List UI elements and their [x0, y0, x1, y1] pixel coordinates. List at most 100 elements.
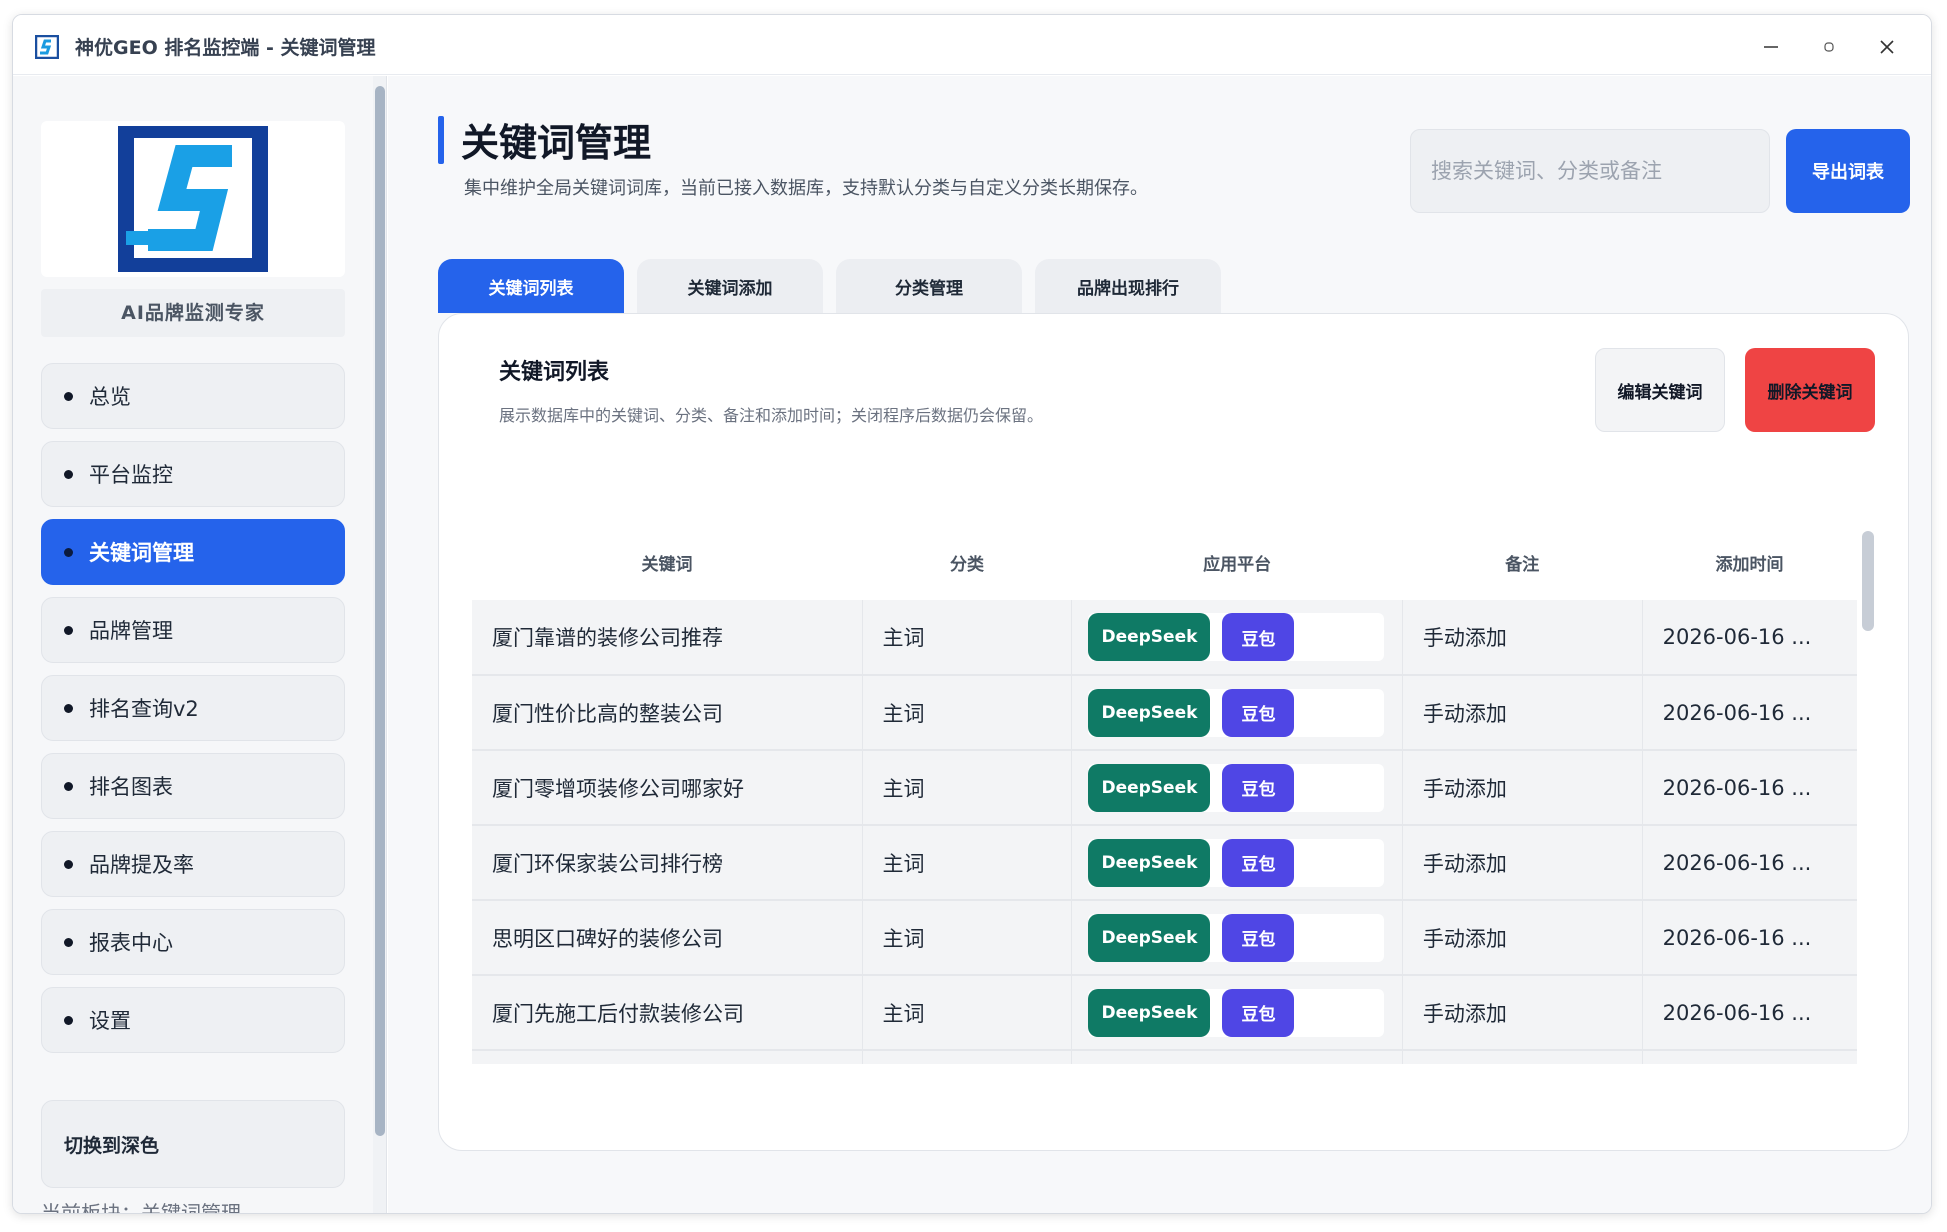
table-row[interactable]: 厦门先施工后付款装修公司 主词 DeepSeek 豆包 手动添加 2026-06-…	[472, 975, 1857, 1051]
column-header-note[interactable]: 备注	[1402, 524, 1643, 600]
platform-chip-deepseek: DeepSeek	[1088, 988, 1211, 1037]
cell-keyword: 厦门先施工后付款装修公司	[472, 975, 863, 1051]
sidebar-scrollbar-thumb[interactable]	[375, 86, 385, 1136]
bullet-icon	[64, 547, 73, 557]
cell-note: 手动添加	[1402, 675, 1643, 751]
keyword-table: 关键词 分类 应用平台 备注 添加时间 厦门靠谱的装修公司推荐 主词 DeepS…	[472, 524, 1857, 1064]
close-icon	[1880, 40, 1894, 54]
edit-keyword-button[interactable]: 编辑关键词	[1595, 348, 1725, 432]
platform-chip-doubao: 豆包	[1222, 613, 1295, 661]
current-module-status: 当前板块：关键词管理	[41, 1198, 345, 1213]
sidebar-item-rank-query[interactable]: 排名查询v2	[41, 675, 345, 741]
maximize-button[interactable]	[1809, 31, 1849, 63]
sidebar-item-brands[interactable]: 品牌管理	[41, 597, 345, 663]
sidebar-item-label: 排名查询v2	[89, 697, 199, 721]
platform-chips: DeepSeek豆包	[1088, 838, 1385, 887]
sidebar-item-platform-monitor[interactable]: 平台监控	[41, 441, 345, 507]
table-row[interactable]: 厦门靠谱的装修公司推荐 主词 DeepSeek 豆包 手动添加 2026-06-1…	[472, 600, 1857, 676]
sidebar-item-label: 报表中心	[89, 931, 173, 955]
table-row[interactable]: 思明区口碑好的装修公司 主词 DeepSeek 豆包 手动添加 2026-06-1…	[472, 900, 1857, 976]
tab-category-manage[interactable]: 分类管理	[836, 259, 1022, 313]
close-button[interactable]	[1867, 31, 1907, 63]
cell-time: 2026-06-16 ...	[1642, 750, 1857, 826]
bullet-icon	[64, 937, 73, 947]
export-button[interactable]: 导出词表	[1786, 129, 1910, 213]
page-subtitle: 集中维护全局关键词词库，当前已接入数据库，支持默认分类与自定义分类长期保存。	[464, 178, 1148, 199]
tab-keyword-list[interactable]: 关键词列表	[438, 259, 624, 313]
platform-chip-deepseek: DeepSeek	[1088, 763, 1211, 812]
platform-chip-doubao: 豆包	[1222, 913, 1295, 962]
cell-keyword: 厦门靠谱的装修公司推荐	[472, 600, 863, 676]
cell-time	[1642, 1050, 1857, 1064]
tab-brand-ranking[interactable]: 品牌出现排行	[1035, 259, 1221, 313]
column-header-keyword[interactable]: 关键词	[472, 524, 863, 600]
cell-keyword: 思明区口碑好的装修公司	[472, 900, 863, 976]
cell-keyword: 厦门零增项装修公司哪家好	[472, 750, 863, 826]
bullet-icon	[64, 703, 73, 713]
bullet-icon	[64, 391, 73, 401]
cell-keyword: 厦门性价比高的整装公司	[472, 675, 863, 751]
cell-time: 2026-06-16 ...	[1642, 900, 1857, 976]
platform-chip-deepseek: DeepSeek	[1088, 613, 1211, 661]
platform-chip-doubao: 豆包	[1222, 763, 1295, 812]
cell-category: 主词	[862, 825, 1073, 901]
sidebar-item-mention-rate[interactable]: 品牌提及率	[41, 831, 345, 897]
sidebar-scrollbar[interactable]	[373, 76, 387, 1213]
keyword-list-panel: 关键词列表 展示数据库中的关键词、分类、备注和添加时间；关闭程序后数据仍会保留。…	[438, 313, 1909, 1151]
cell-note: 手动添加	[1402, 750, 1643, 826]
app-logo-icon	[35, 35, 59, 59]
search-input[interactable]	[1410, 129, 1770, 213]
cell-category: 主词	[862, 750, 1073, 826]
panel-title: 关键词列表	[499, 360, 610, 385]
sidebar-item-rank-chart[interactable]: 排名图表	[41, 753, 345, 819]
cell-keyword	[472, 1050, 863, 1064]
brand-logo-icon	[118, 126, 268, 272]
table-row[interactable]: DeepSeek 豆包	[472, 1050, 1857, 1064]
cell-note	[1402, 1050, 1643, 1064]
cell-time: 2026-06-16 ...	[1642, 675, 1857, 751]
cell-category	[862, 1050, 1073, 1064]
table-scrollbar-thumb[interactable]	[1862, 531, 1874, 631]
cell-note: 手动添加	[1402, 975, 1643, 1051]
theme-toggle-button[interactable]: 切换到深色	[41, 1100, 345, 1188]
sidebar-item-label: 关键词管理	[89, 541, 194, 565]
table-row[interactable]: 厦门环保家装公司排行榜 主词 DeepSeek 豆包 手动添加 2026-06-1…	[472, 825, 1857, 901]
table-row[interactable]: 厦门零增项装修公司哪家好 主词 DeepSeek 豆包 手动添加 2026-06-…	[472, 750, 1857, 826]
platform-chip-deepseek: DeepSeek	[1088, 1063, 1211, 1064]
platform-chip-doubao: 豆包	[1222, 688, 1295, 737]
sidebar-item-keywords[interactable]: 关键词管理	[41, 519, 345, 585]
cell-platforms: DeepSeek豆包	[1071, 675, 1403, 751]
cell-note: 手动添加	[1402, 900, 1643, 976]
cell-category: 主词	[862, 900, 1073, 976]
tab-keyword-add[interactable]: 关键词添加	[637, 259, 823, 313]
table-row[interactable]: 厦门性价比高的整装公司 主词 DeepSeek 豆包 手动添加 2026-06-1…	[472, 675, 1857, 751]
platform-chips: DeepSeek豆包	[1088, 763, 1385, 812]
platform-chips: DeepSeek豆包	[1088, 613, 1385, 661]
cell-time: 2026-06-16 ...	[1642, 600, 1857, 676]
platform-chip-doubao: 豆包	[1222, 838, 1295, 887]
page-title: 关键词管理	[461, 121, 652, 165]
platform-chip-doubao: 豆包	[1222, 988, 1295, 1037]
sidebar-item-settings[interactable]: 设置	[41, 987, 345, 1053]
bullet-icon	[64, 859, 73, 869]
sidebar-item-overview[interactable]: 总览	[41, 363, 345, 429]
bullet-icon	[64, 625, 73, 635]
minimize-icon	[1764, 46, 1778, 48]
delete-keyword-button[interactable]: 删除关键词	[1745, 348, 1875, 432]
platform-chips: DeepSeek豆包	[1088, 688, 1385, 737]
sidebar-nav: 总览 平台监控 关键词管理 品牌管理 排名查询v2 排名图表 品牌提及率 报表中…	[41, 363, 345, 1065]
table-scrollbar[interactable]	[1861, 531, 1875, 1061]
brand-caption: AI品牌监测专家	[41, 289, 345, 337]
cell-keyword: 厦门环保家装公司排行榜	[472, 825, 863, 901]
cell-platforms: DeepSeek豆包	[1071, 750, 1403, 826]
cell-category: 主词	[862, 975, 1073, 1051]
column-header-time[interactable]: 添加时间	[1642, 524, 1857, 600]
platform-chip-doubao: 豆包	[1222, 1063, 1295, 1064]
column-header-platforms[interactable]: 应用平台	[1071, 524, 1403, 600]
minimize-button[interactable]	[1751, 31, 1791, 63]
column-header-category[interactable]: 分类	[862, 524, 1072, 600]
table-header-row: 关键词 分类 应用平台 备注 添加时间	[472, 524, 1857, 600]
sidebar-item-reports[interactable]: 报表中心	[41, 909, 345, 975]
sidebar-item-label: 平台监控	[89, 463, 173, 487]
cell-platforms: DeepSeek豆包	[1071, 900, 1403, 976]
